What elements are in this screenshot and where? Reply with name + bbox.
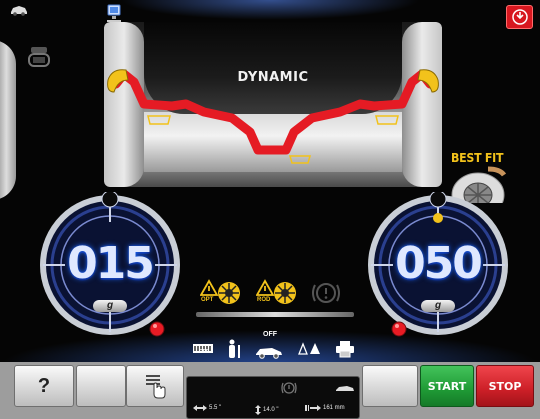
car-small-icon [336,386,354,391]
rim-profile-line [107,69,439,164]
car-icon[interactable] [10,4,28,16]
help-button[interactable]: ? [14,365,74,407]
power-button[interactable] [506,5,533,29]
stop-button[interactable]: STOP [476,365,534,407]
printer-icon[interactable] [335,336,355,362]
top-glow [120,0,420,20]
left-imbalance-gauge: 015 g [37,190,183,338]
left-gauge-unit: g [93,300,127,312]
balancer-screen: DYNAMIC BEST FIT 015 g 050 g OPT ROD OFF… [0,0,540,419]
power-icon [511,9,528,25]
mode-off-label: OFF [263,331,277,338]
brake-warning-icon [312,283,340,303]
distance-measure: 5.5 " [193,405,221,411]
menu-button[interactable] [126,365,184,407]
start-label: START [427,379,467,393]
info-measurements: 5.5 " 14.0 " 161 mm [187,403,361,417]
weight-position-icon[interactable] [296,336,322,362]
distance-value: 5.5 " [209,405,222,411]
brake-warning[interactable] [310,279,342,309]
width-measure: 161 mm [305,405,345,411]
diameter-arrow-icon [255,405,261,415]
opt-warning-icon [199,279,240,304]
rod-warning-icon [255,279,296,304]
best-fit-label: BEST FIT [451,151,504,165]
right-imbalance-gauge: 050 g [365,190,511,338]
menu-hand-icon [146,375,166,399]
wheel-dimensions-box[interactable]: 5.5 " 14.0 " 161 mm [186,376,360,419]
warning-row: OPT ROD [196,279,356,309]
wheel-profile-panel: DYNAMIC [104,22,442,187]
start-button[interactable]: START [420,365,474,407]
function-button-2[interactable] [76,365,126,407]
opt-label: OPT [201,297,214,303]
operator-icon[interactable] [226,336,242,362]
mode-label: DYNAMIC [237,70,309,85]
info-top-row [187,379,361,397]
diameter-measure: 14.0 " [255,405,278,415]
separator-bar [196,312,354,317]
rod-label: ROD [257,297,271,303]
opt-warning[interactable]: OPT [199,279,242,309]
function-button-5[interactable] [362,365,418,407]
width-value: 161 mm [323,405,345,411]
side-rim-decoration [0,40,16,200]
right-gauge-value: 050 [395,238,483,289]
help-label: ? [37,374,51,397]
rod-warning[interactable]: ROD [255,279,298,309]
right-gauge-unit: g [421,300,455,312]
stop-label: STOP [488,379,522,393]
distance-arrow-icon [193,405,207,411]
weight-mode-off-label: OFF [199,349,209,355]
wheel-hub-icon[interactable] [27,45,53,71]
left-gauge-value: 015 [67,238,155,289]
width-arrow-icon [305,405,321,411]
diameter-value: 14.0 " [263,407,279,413]
brake-small-icon [281,382,297,394]
